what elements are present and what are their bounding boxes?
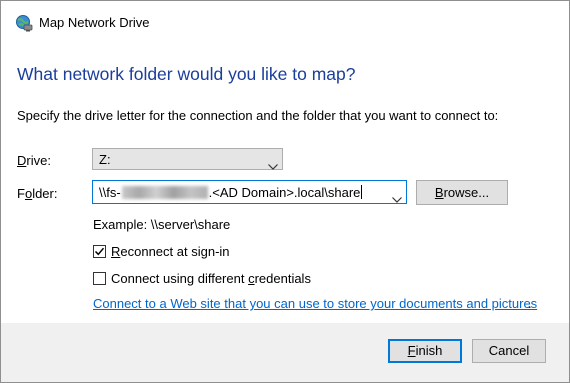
folder-path-suffix: .<AD Domain>.local\share [208, 185, 361, 200]
redacted-server-name [121, 186, 208, 199]
chevron-down-icon [268, 157, 278, 170]
folder-path-value: \\fs- .<AD Domain>.local\share [99, 185, 363, 200]
cancel-button[interactable]: Cancel [472, 339, 546, 363]
folder-path-prefix: \\fs- [99, 185, 121, 200]
finish-button[interactable]: Finish [388, 339, 462, 363]
folder-label: Folder: [17, 186, 57, 201]
different-credentials-checkbox[interactable] [93, 272, 106, 285]
link-trailing-period: . [528, 296, 532, 311]
browse-mnemonic: B [434, 185, 444, 200]
network-drive-icon [15, 14, 33, 32]
chevron-down-icon[interactable] [392, 190, 402, 203]
finish-label-rest: inish [415, 343, 443, 358]
folder-path-input[interactable]: \\fs- .<AD Domain>.local\share [92, 180, 407, 204]
instruction-text: Specify the drive letter for the connect… [17, 108, 499, 123]
text-cursor [361, 185, 363, 199]
drive-letter-value: Z: [99, 152, 111, 167]
drive-letter-select[interactable]: Z: [92, 148, 283, 170]
reconnect-label[interactable]: Reconnect at sign-in [111, 244, 230, 259]
reconnect-checkbox[interactable] [93, 245, 106, 258]
folder-label-rest: lder: [32, 186, 58, 201]
title-bar: Map Network Drive [1, 1, 569, 41]
credentials-label-rest: redentials [254, 271, 311, 286]
checkmark-icon [94, 247, 105, 256]
drive-label-mnemonic: D [17, 153, 27, 168]
map-network-drive-dialog: Map Network Drive What network folder wo… [0, 0, 570, 383]
finish-mnemonic: F [407, 343, 416, 358]
drive-label-rest: rive: [26, 153, 51, 168]
page-heading: What network folder would you like to ma… [17, 64, 356, 84]
reconnect-label-rest: econnect at sign-in [120, 244, 230, 259]
example-text: Example: \\server\share [93, 217, 231, 232]
folder-label-prefix: F [17, 186, 25, 201]
button-bar: Finish Cancel [1, 323, 569, 382]
credentials-label-prefix: Connect using different [111, 271, 249, 286]
web-storage-link[interactable]: Connect to a Web site that you can use t… [93, 296, 537, 311]
window-title: Map Network Drive [39, 15, 150, 30]
different-credentials-label[interactable]: Connect using different credentials [111, 271, 311, 286]
browse-label-rest: rowse... [443, 185, 490, 200]
reconnect-mnemonic: R [111, 244, 121, 259]
browse-button[interactable]: Browse... [416, 180, 508, 205]
drive-label: Drive: [17, 153, 51, 168]
